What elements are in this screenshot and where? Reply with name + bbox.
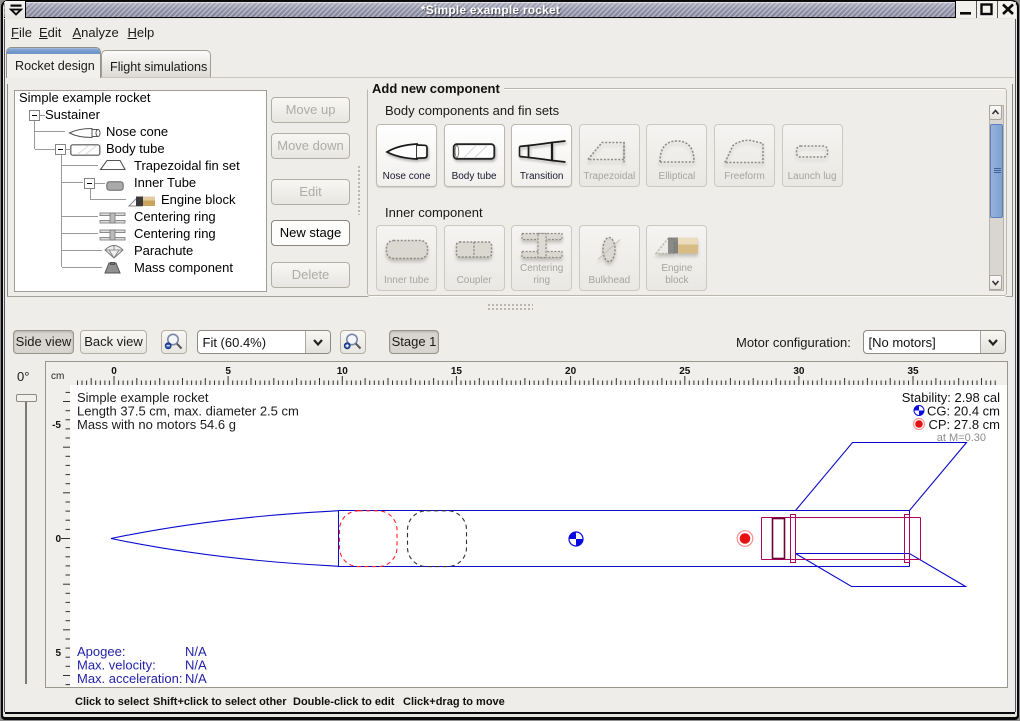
svg-text:5: 5 xyxy=(55,648,61,659)
svg-text:25: 25 xyxy=(679,366,691,377)
svg-text:5: 5 xyxy=(225,366,231,377)
svg-text:at M=0.30: at M=0.30 xyxy=(937,432,986,444)
svg-text:15: 15 xyxy=(451,366,463,377)
svg-text:35: 35 xyxy=(907,366,919,377)
svg-text:N/A: N/A xyxy=(185,671,207,686)
svg-text:30: 30 xyxy=(793,366,805,377)
svg-text:20: 20 xyxy=(565,366,577,377)
svg-text:0: 0 xyxy=(111,366,117,377)
svg-text:-5: -5 xyxy=(52,420,61,431)
svg-text:0: 0 xyxy=(55,534,61,545)
svg-text:Mass with no motors 54.6 g: Mass with no motors 54.6 g xyxy=(77,417,236,432)
svg-text:CP: 27.8 cm: CP: 27.8 cm xyxy=(928,417,1000,432)
svg-text:Max. acceleration:: Max. acceleration: xyxy=(77,671,183,686)
svg-text:10: 10 xyxy=(337,366,349,377)
